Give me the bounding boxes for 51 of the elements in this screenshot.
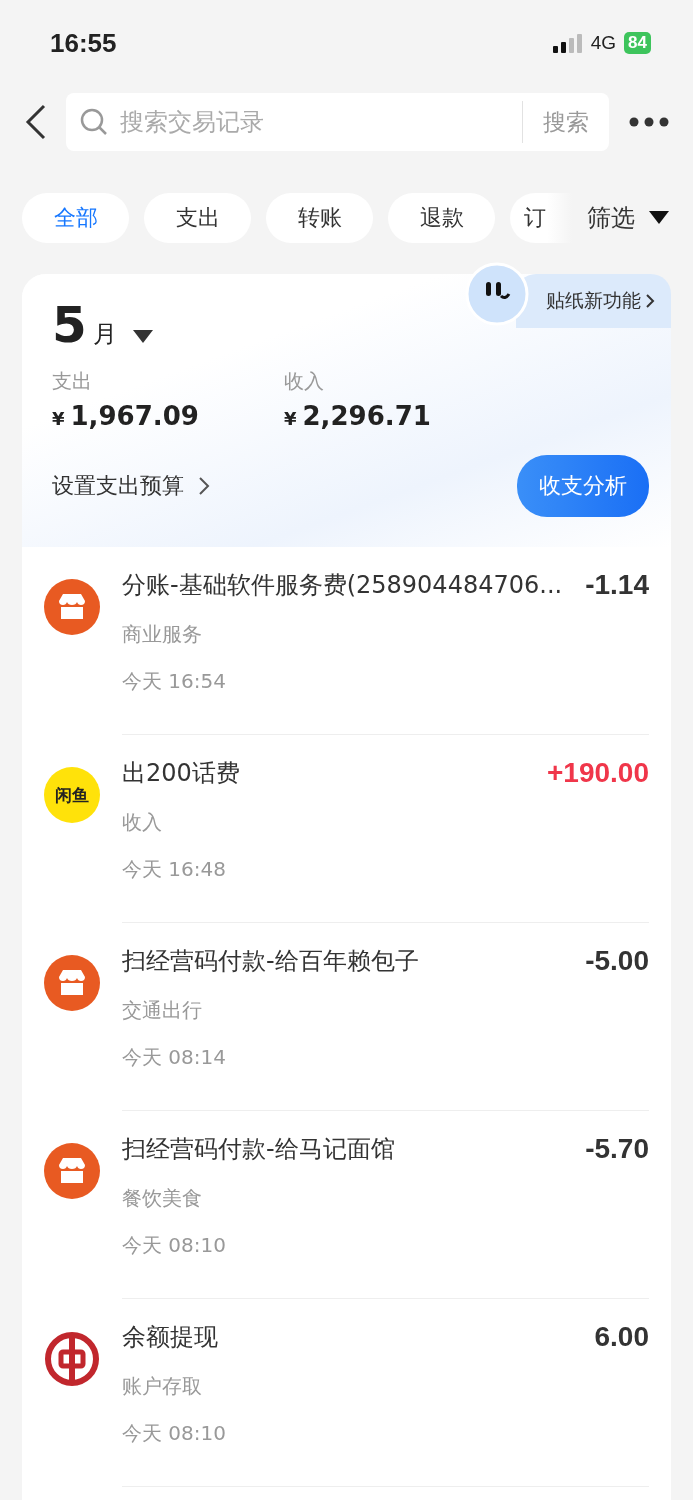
transaction-time: 今天 08:10 xyxy=(122,1232,227,1259)
month-unit[interactable]: 月 xyxy=(92,318,117,350)
transaction-amount: 6.00 xyxy=(594,1321,649,1353)
search-icon xyxy=(80,108,108,136)
transaction-time: 今天 16:48 xyxy=(122,856,227,883)
chevron-right-icon xyxy=(645,293,655,309)
signal-icon xyxy=(552,33,583,53)
transaction-title[interactable]: 余额提现 xyxy=(122,1321,218,1353)
transaction-amount: +190.00 xyxy=(547,757,649,789)
transaction-title[interactable]: 出200话费 xyxy=(122,757,240,789)
filter-tab[interactable]: 支出 xyxy=(144,193,251,243)
network-label: 4G xyxy=(590,32,617,54)
transaction-title[interactable]: 分账-基础软件服务费(258904484706... xyxy=(122,569,563,601)
transaction-title[interactable]: 扫经营码付款-给马记面馆 xyxy=(122,1133,395,1165)
transaction-amount: -5.00 xyxy=(585,945,649,977)
filter-tab[interactable]: 转账 xyxy=(266,193,373,243)
transaction-time: 今天 08:10 xyxy=(122,1420,227,1447)
transaction-category: 账户存取 xyxy=(122,1373,203,1400)
filter-tab[interactable]: 退款 xyxy=(388,193,495,243)
budget-link[interactable]: 设置支出预算 xyxy=(52,471,210,501)
expense-label: 支出 xyxy=(52,368,93,395)
transaction-time: 今天 08:14 xyxy=(122,1044,227,1071)
status-time: 16:55 xyxy=(50,27,117,59)
month-number[interactable]: 5 xyxy=(52,300,87,350)
filter-button[interactable]: 筛选 xyxy=(587,202,635,234)
transaction-amount: -5.70 xyxy=(585,1133,649,1165)
transaction-category: 商业服务 xyxy=(122,621,203,648)
bank-logo-icon xyxy=(44,1331,100,1387)
transaction-amount: -1.14 xyxy=(585,569,649,601)
transaction-time: 今天 16:54 xyxy=(122,668,227,695)
dropdown-icon[interactable] xyxy=(649,211,669,225)
transaction-title[interactable]: 扫经营码付款-给百年赖包子 xyxy=(122,945,419,977)
back-icon[interactable] xyxy=(24,104,48,140)
dropdown-icon[interactable] xyxy=(132,330,153,344)
transaction-category: 餐饮美食 xyxy=(122,1185,203,1212)
analysis-button[interactable]: 收支分析 xyxy=(517,455,649,517)
shop-icon xyxy=(44,1143,100,1199)
shop-icon xyxy=(44,579,100,635)
income-label: 收入 xyxy=(284,368,325,395)
transaction-category: 交通出行 xyxy=(122,997,203,1024)
shop-icon xyxy=(44,955,100,1011)
chevron-right-icon xyxy=(198,476,210,496)
expense-amount: ¥ 1,967.09 xyxy=(52,401,200,431)
transaction-category: 收入 xyxy=(122,809,163,836)
more-icon[interactable] xyxy=(629,117,669,127)
battery-level: 84 xyxy=(624,32,651,54)
smiley-sticker-icon[interactable] xyxy=(465,262,529,326)
fish-app-logo: 闲鱼 xyxy=(44,767,100,823)
sticker-badge[interactable]: 贴纸新功能 xyxy=(516,274,671,328)
income-amount: ¥ 2,296.71 xyxy=(284,401,432,431)
filter-tab[interactable]: 全部 xyxy=(22,193,129,243)
